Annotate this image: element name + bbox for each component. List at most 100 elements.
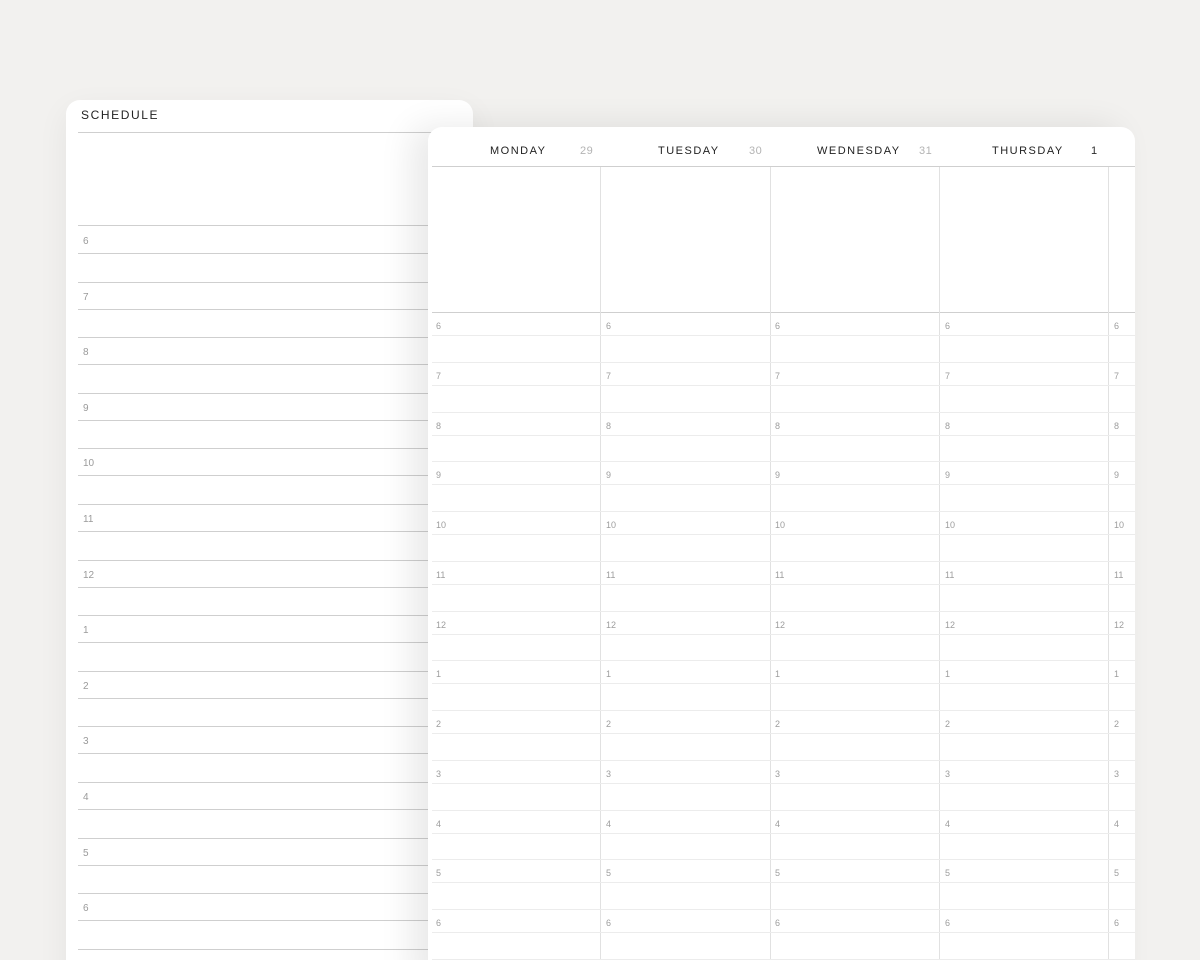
week-hour-label: 7 bbox=[1114, 370, 1120, 381]
week-hour-label: 11 bbox=[606, 569, 616, 580]
week-hour-label: 9 bbox=[606, 470, 612, 481]
week-hour-label: 9 bbox=[1114, 470, 1120, 481]
week-hour-label: 12 bbox=[606, 619, 617, 630]
week-hour-label: 10 bbox=[436, 520, 447, 530]
week-hour-label: 10 bbox=[775, 520, 786, 530]
column-divider bbox=[939, 167, 940, 960]
week-half-hour-rule bbox=[432, 633, 1135, 635]
week-hour-label: 4 bbox=[945, 818, 951, 829]
schedule-hour-label: 11 bbox=[83, 514, 94, 525]
schedule-hour-rule bbox=[78, 893, 473, 895]
week-hour-label: 6 bbox=[606, 918, 612, 928]
schedule-hour-rule bbox=[78, 837, 473, 839]
week-hour-label: 6 bbox=[945, 918, 951, 928]
week-hour-label: 11 bbox=[945, 569, 955, 580]
week-half-hour-rule bbox=[432, 683, 1135, 685]
week-hour-label: 5 bbox=[1114, 868, 1120, 879]
week-hour-label: 5 bbox=[606, 868, 612, 879]
week-hour-label: 6 bbox=[945, 321, 951, 331]
schedule-hour-label: 3 bbox=[83, 736, 89, 748]
schedule-hour-rule bbox=[78, 948, 473, 950]
schedule-half-hour-rule bbox=[78, 753, 473, 755]
day-name: THURSDAY bbox=[992, 145, 1064, 157]
week-hour-label: 11 bbox=[775, 569, 785, 580]
week-hour-label: 9 bbox=[945, 470, 951, 481]
week-hour-label: 10 bbox=[1114, 520, 1125, 530]
week-hour-label: 4 bbox=[436, 818, 442, 829]
week-hour-rule bbox=[432, 411, 1135, 413]
week-hour-label: 2 bbox=[775, 719, 781, 729]
week-half-hour-rule bbox=[432, 882, 1135, 884]
week-half-hour-rule bbox=[432, 932, 1135, 933]
schedule-hour-label: 12 bbox=[83, 569, 95, 581]
week-hour-label: 8 bbox=[945, 420, 951, 431]
week-hour-label: 12 bbox=[436, 619, 447, 630]
day-number: 31 bbox=[919, 145, 933, 157]
week-hour-label: 12 bbox=[775, 619, 786, 630]
schedule-half-hour-rule bbox=[78, 419, 473, 421]
week-hour-label: 3 bbox=[945, 768, 951, 779]
schedule-half-hour-rule bbox=[78, 586, 473, 588]
week-hour-rule bbox=[432, 660, 1135, 662]
week-hour-label: 1 bbox=[436, 669, 442, 680]
week-hour-label: 8 bbox=[606, 420, 612, 431]
schedule-half-hour-rule bbox=[78, 809, 473, 810]
week-hour-label: 4 bbox=[606, 818, 612, 829]
week-half-hour-rule bbox=[432, 534, 1135, 535]
column-divider bbox=[770, 167, 771, 960]
schedule-half-hour-rule bbox=[78, 697, 473, 699]
week-hour-label: 1 bbox=[606, 669, 612, 680]
schedule-hour-rule bbox=[78, 448, 473, 450]
week-hour-label: 8 bbox=[436, 420, 442, 431]
week-hour-label: 3 bbox=[1114, 768, 1120, 779]
week-hour-label: 8 bbox=[775, 420, 781, 431]
week-hour-label: 6 bbox=[436, 321, 442, 331]
week-hour-label: 5 bbox=[945, 868, 951, 879]
week-hour-label: 3 bbox=[436, 768, 442, 779]
week-notes-rule bbox=[432, 312, 1135, 313]
week-hour-rule bbox=[432, 809, 1135, 811]
schedule-half-hour-rule bbox=[78, 475, 473, 477]
week-hour-label: 4 bbox=[1114, 818, 1120, 829]
schedule-hour-label: 8 bbox=[83, 347, 89, 359]
week-hour-label: 1 bbox=[1114, 669, 1120, 680]
schedule-hour-label: 2 bbox=[83, 680, 89, 692]
schedule-half-hour-rule bbox=[78, 642, 473, 644]
week-hour-label: 12 bbox=[1114, 619, 1125, 630]
schedule-half-hour-rule bbox=[78, 864, 473, 866]
week-hour-rule bbox=[432, 909, 1135, 910]
week-hour-label: 7 bbox=[606, 370, 612, 381]
schedule-hour-label: 1 bbox=[83, 625, 89, 637]
week-hour-label: 9 bbox=[436, 470, 442, 481]
week-half-hour-rule bbox=[432, 335, 1135, 336]
week-hour-rule bbox=[432, 511, 1135, 512]
schedule-hour-label: 6 bbox=[83, 236, 89, 247]
week-hour-label: 1 bbox=[945, 669, 951, 680]
week-half-hour-rule bbox=[432, 782, 1135, 784]
schedule-title: SCHEDULE bbox=[81, 108, 160, 122]
week-hour-label: 12 bbox=[945, 619, 956, 630]
week-hour-label: 6 bbox=[1114, 918, 1120, 928]
schedule-hour-rule bbox=[78, 782, 473, 783]
week-hour-label: 5 bbox=[436, 868, 442, 879]
schedule-half-hour-rule bbox=[78, 308, 473, 310]
schedule-hour-rule bbox=[78, 559, 473, 561]
week-half-hour-rule bbox=[432, 583, 1135, 585]
week-hour-label: 4 bbox=[775, 818, 781, 829]
week-hour-label: 6 bbox=[1114, 321, 1120, 331]
week-hour-label: 2 bbox=[606, 719, 612, 729]
schedule-hour-label: 5 bbox=[83, 847, 89, 859]
schedule-page: SCHEDULE 6 7 8 9 10 11 12 1 2 3 4 5 6 bbox=[66, 100, 473, 960]
week-hour-label: 9 bbox=[775, 470, 781, 481]
week-hour-label: 11 bbox=[436, 569, 446, 580]
day-name: TUESDAY bbox=[658, 145, 720, 157]
schedule-hour-label: 6 bbox=[83, 903, 89, 915]
week-hour-rule bbox=[432, 610, 1135, 612]
planner-canvas: SCHEDULE 6 7 8 9 10 11 12 1 2 3 4 5 6 MONDAY 29 TUES… bbox=[0, 0, 1200, 960]
schedule-half-hour-rule bbox=[78, 531, 473, 532]
schedule-hour-rule bbox=[78, 670, 473, 672]
week-header-rule bbox=[432, 166, 1135, 167]
week-half-hour-rule bbox=[432, 434, 1135, 436]
week-hour-label: 1 bbox=[775, 669, 781, 680]
week-hour-rule bbox=[432, 560, 1135, 562]
